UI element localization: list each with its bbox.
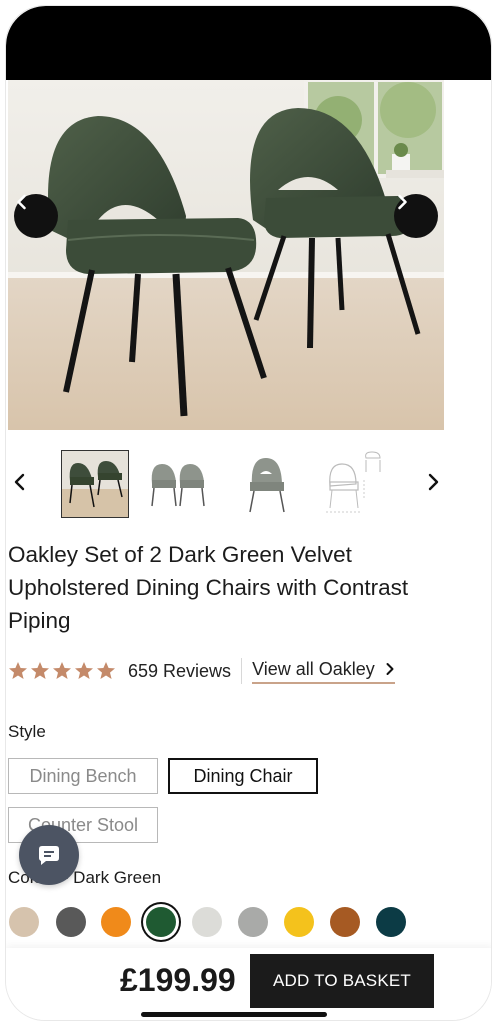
- swatch-dark-green[interactable]: [146, 907, 176, 937]
- divider: [241, 658, 243, 684]
- swatch-grey[interactable]: [238, 907, 268, 937]
- thumb-prev-button[interactable]: [6, 466, 34, 498]
- thumbnail-4[interactable]: [320, 450, 388, 518]
- reviews-link[interactable]: 659 Reviews: [128, 661, 231, 682]
- gallery-next-button[interactable]: [394, 194, 438, 238]
- style-option-dining-chair[interactable]: Dining Chair: [168, 758, 318, 794]
- status-bar: [6, 6, 491, 80]
- style-label: Style: [8, 722, 46, 741]
- style-option-dining-bench[interactable]: Dining Bench: [8, 758, 158, 794]
- star-icon: [9, 662, 27, 679]
- thumbnail-1[interactable]: [61, 450, 129, 518]
- star-icon: [97, 662, 115, 679]
- thumb-image-single: [249, 458, 285, 513]
- swatch-teal[interactable]: [376, 907, 406, 937]
- chairs-photo: [8, 80, 444, 430]
- view-all-label: View all Oakley: [252, 658, 375, 679]
- thumb-image-chairs: [62, 451, 128, 517]
- thumbnail-strip: [6, 446, 491, 526]
- chat-button[interactable]: [19, 825, 79, 885]
- gallery-prev-button[interactable]: [14, 194, 58, 238]
- thumbnail-2[interactable]: [146, 450, 214, 518]
- chevron-left-icon: [17, 194, 26, 210]
- view-all-link[interactable]: View all Oakley: [252, 659, 395, 684]
- thumb-image-dimensions: [326, 451, 381, 513]
- phone-frame: Oakley Set of 2 Dark Green Velvet Uphols…: [5, 5, 492, 1021]
- chat-bubble-icon: [39, 846, 59, 865]
- thumb-next-button[interactable]: [419, 466, 447, 498]
- home-indicator[interactable]: [141, 1012, 327, 1017]
- swatch-beige[interactable]: [9, 907, 39, 937]
- add-to-basket-button[interactable]: ADD TO BASKET: [250, 954, 434, 1008]
- rating-row: 659 Reviews View all Oakley: [8, 656, 448, 686]
- swatch-yellow[interactable]: [284, 907, 314, 937]
- star-rating: [8, 661, 116, 681]
- chevron-right-icon: [398, 194, 407, 210]
- swatch-boucle-white[interactable]: [192, 907, 222, 937]
- star-icon: [75, 662, 93, 679]
- thumbnail-3[interactable]: [232, 450, 300, 518]
- swatch-rust[interactable]: [330, 907, 360, 937]
- chevron-right-icon: [428, 473, 439, 491]
- thumb-image-pair: [151, 464, 205, 507]
- product-price: £199.99: [120, 962, 236, 998]
- chevron-right-icon: [386, 663, 394, 675]
- product-hero-image: [8, 80, 444, 430]
- swatch-orange[interactable]: [101, 907, 131, 937]
- star-icon: [53, 662, 71, 679]
- product-title: Oakley Set of 2 Dark Green Velvet Uphols…: [8, 542, 409, 633]
- chevron-left-icon: [14, 473, 25, 491]
- purchase-bar: £199.99 ADD TO BASKET: [6, 948, 491, 1020]
- star-icon: [31, 662, 49, 679]
- swatch-charcoal[interactable]: [56, 907, 86, 937]
